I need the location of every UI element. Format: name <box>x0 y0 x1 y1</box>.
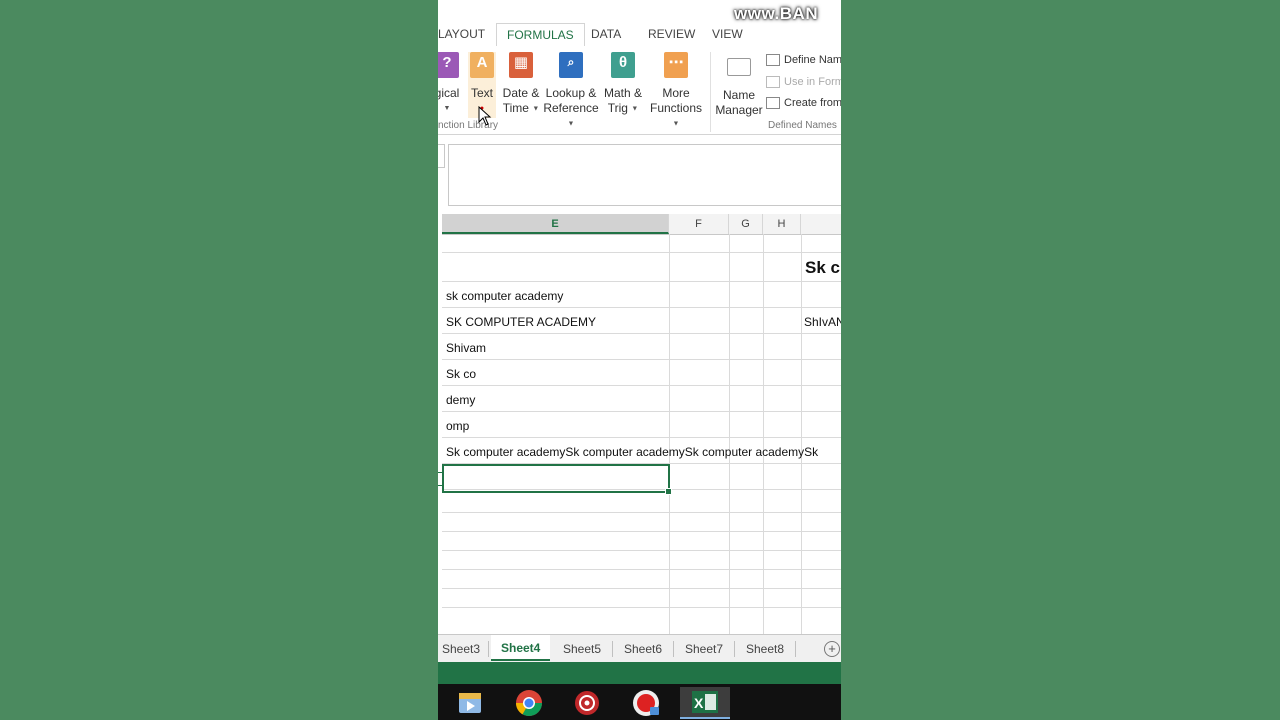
math-trig-label-2: Trig <box>607 101 628 115</box>
mouse-cursor-icon <box>478 106 492 126</box>
text-label: Text <box>470 86 493 100</box>
fill-handle[interactable] <box>665 488 672 495</box>
more-functions-button[interactable]: ⋯ More Functions ▼ <box>646 52 706 131</box>
cell-i2[interactable]: Sk c <box>805 258 840 278</box>
taskbar: X <box>438 684 841 720</box>
svg-text:X: X <box>694 695 704 711</box>
defined-names-group-label: Defined Names <box>768 120 837 131</box>
column-headers: E F G H <box>442 214 841 235</box>
date-time-label-2: Time <box>502 101 529 115</box>
cell-e7[interactable]: demy <box>446 393 475 407</box>
create-from-label: Create from <box>784 97 841 109</box>
settings-app-icon <box>575 691 599 715</box>
name-box[interactable] <box>438 144 445 168</box>
cell-e9[interactable]: Sk computer academySk computer academySk… <box>446 445 818 459</box>
create-from-selection-button[interactable]: Create from <box>766 97 841 110</box>
lookup-reference-button[interactable]: ⌕ Lookup & Reference ▼ <box>542 52 600 131</box>
sheet-tab-sheet3[interactable]: Sheet3 <box>442 642 480 656</box>
chevron-down-icon: ▼ <box>532 105 540 113</box>
chevron-down-icon: ▼ <box>672 120 680 128</box>
tab-review[interactable]: REVIEW <box>648 27 695 41</box>
sheet-tab-bar: Sheet3 Sheet4 Sheet5 Sheet6 Sheet7 Sheet… <box>438 634 841 663</box>
name-manager-label-2: Manager <box>715 103 763 117</box>
column-header-i[interactable] <box>801 214 841 234</box>
taskbar-settings-app[interactable] <box>567 687 607 719</box>
active-cell-e10[interactable] <box>442 464 672 495</box>
column-header-h[interactable]: H <box>763 214 801 234</box>
taskbar-media-player[interactable] <box>450 687 490 719</box>
cell-e4[interactable]: SK COMPUTER ACADEMY <box>446 315 596 329</box>
column-header-g[interactable]: G <box>729 214 763 234</box>
chevron-down-icon: ▼ <box>567 120 575 128</box>
excel-window: LAYOUT FORMULAS DATA REVIEW VIEW www.BAN… <box>438 0 841 720</box>
taskbar-excel[interactable]: X <box>680 687 730 719</box>
more-functions-icon: ⋯ <box>664 52 688 78</box>
add-sheet-icon[interactable]: + <box>824 641 840 657</box>
column-header-f[interactable]: F <box>669 214 729 234</box>
chevron-down-icon: ▼ <box>631 105 639 113</box>
sheet-tab-sheet4[interactable]: Sheet4 <box>491 635 551 661</box>
watermark-text: www.BAN <box>734 4 819 23</box>
sheet-tab-sheet8[interactable]: Sheet8 <box>746 642 784 656</box>
group-divider <box>710 52 711 132</box>
math-trig-button[interactable]: θ Math & Trig ▼ <box>602 52 644 116</box>
name-manager-label-1: Name <box>722 88 755 102</box>
sheet-tab-sheet5[interactable]: Sheet5 <box>563 642 601 656</box>
cell-e5[interactable]: Shivam <box>446 341 486 355</box>
date-time-label-1: Date & <box>502 86 540 100</box>
media-player-icon <box>459 693 481 713</box>
date-time-icon: ▦ <box>509 52 533 78</box>
sheet-tab-sheet6[interactable]: Sheet6 <box>624 642 662 656</box>
column-header-e[interactable]: E <box>442 214 669 234</box>
cell-e3[interactable]: sk computer academy <box>446 289 563 303</box>
text-icon: A <box>470 52 494 78</box>
date-time-button[interactable]: ▦ Date & Time ▼ <box>502 52 540 116</box>
taskbar-chrome[interactable] <box>509 687 549 719</box>
logical-icon: ? <box>438 52 459 78</box>
more-functions-label-1: More <box>662 86 690 100</box>
formula-bar[interactable] <box>448 144 841 206</box>
status-bar <box>438 662 841 684</box>
define-name-label: Define Nam <box>784 54 841 66</box>
sheet-tab-sheet7[interactable]: Sheet7 <box>685 642 723 656</box>
tag-icon <box>766 54 780 67</box>
math-trig-icon: θ <box>611 52 635 78</box>
chrome-icon <box>515 690 543 717</box>
use-in-formula-button[interactable]: Use in Form <box>766 76 841 89</box>
tab-data[interactable]: DATA <box>591 27 621 41</box>
grid-icon <box>766 97 780 110</box>
taskbar-screen-recorder[interactable] <box>626 687 666 719</box>
use-in-formula-label: Use in Form <box>784 76 841 88</box>
logical-button[interactable]: ? gical ▼ <box>438 52 460 116</box>
cell-e6[interactable]: Sk co <box>446 367 476 381</box>
logical-label: gical <box>438 86 460 100</box>
cell-i4[interactable]: ShIvAN <box>804 315 841 329</box>
math-trig-label-1: Math & <box>603 86 642 100</box>
tab-view[interactable]: VIEW <box>712 27 743 41</box>
tab-page-layout[interactable]: LAYOUT <box>438 27 485 41</box>
lookup-icon: ⌕ <box>559 52 583 78</box>
name-manager-icon <box>727 58 751 76</box>
name-manager-button[interactable]: Name Manager <box>714 52 764 118</box>
lookup-label-1: Lookup & <box>545 86 597 100</box>
cell-e8[interactable]: omp <box>446 419 469 433</box>
ribbon: ? gical ▼ A Text ● ▦ Date & Time ▼ ⌕ Loo… <box>438 46 841 135</box>
more-functions-label-2: Functions <box>649 101 703 115</box>
excel-icon: X <box>692 691 718 713</box>
ribbon-tab-bar: LAYOUT FORMULAS DATA REVIEW VIEW www.BAN <box>438 0 841 48</box>
screen-recorder-icon <box>633 690 659 716</box>
fx-icon <box>766 76 780 89</box>
define-name-button[interactable]: Define Nam <box>766 54 841 67</box>
chevron-down-icon: ▼ <box>443 105 451 112</box>
tab-formulas[interactable]: FORMULAS <box>496 23 585 48</box>
cell-grid[interactable]: Sk c sk computer academy SK COMPUTER ACA… <box>442 234 841 634</box>
lookup-label-2: Reference <box>543 101 599 115</box>
